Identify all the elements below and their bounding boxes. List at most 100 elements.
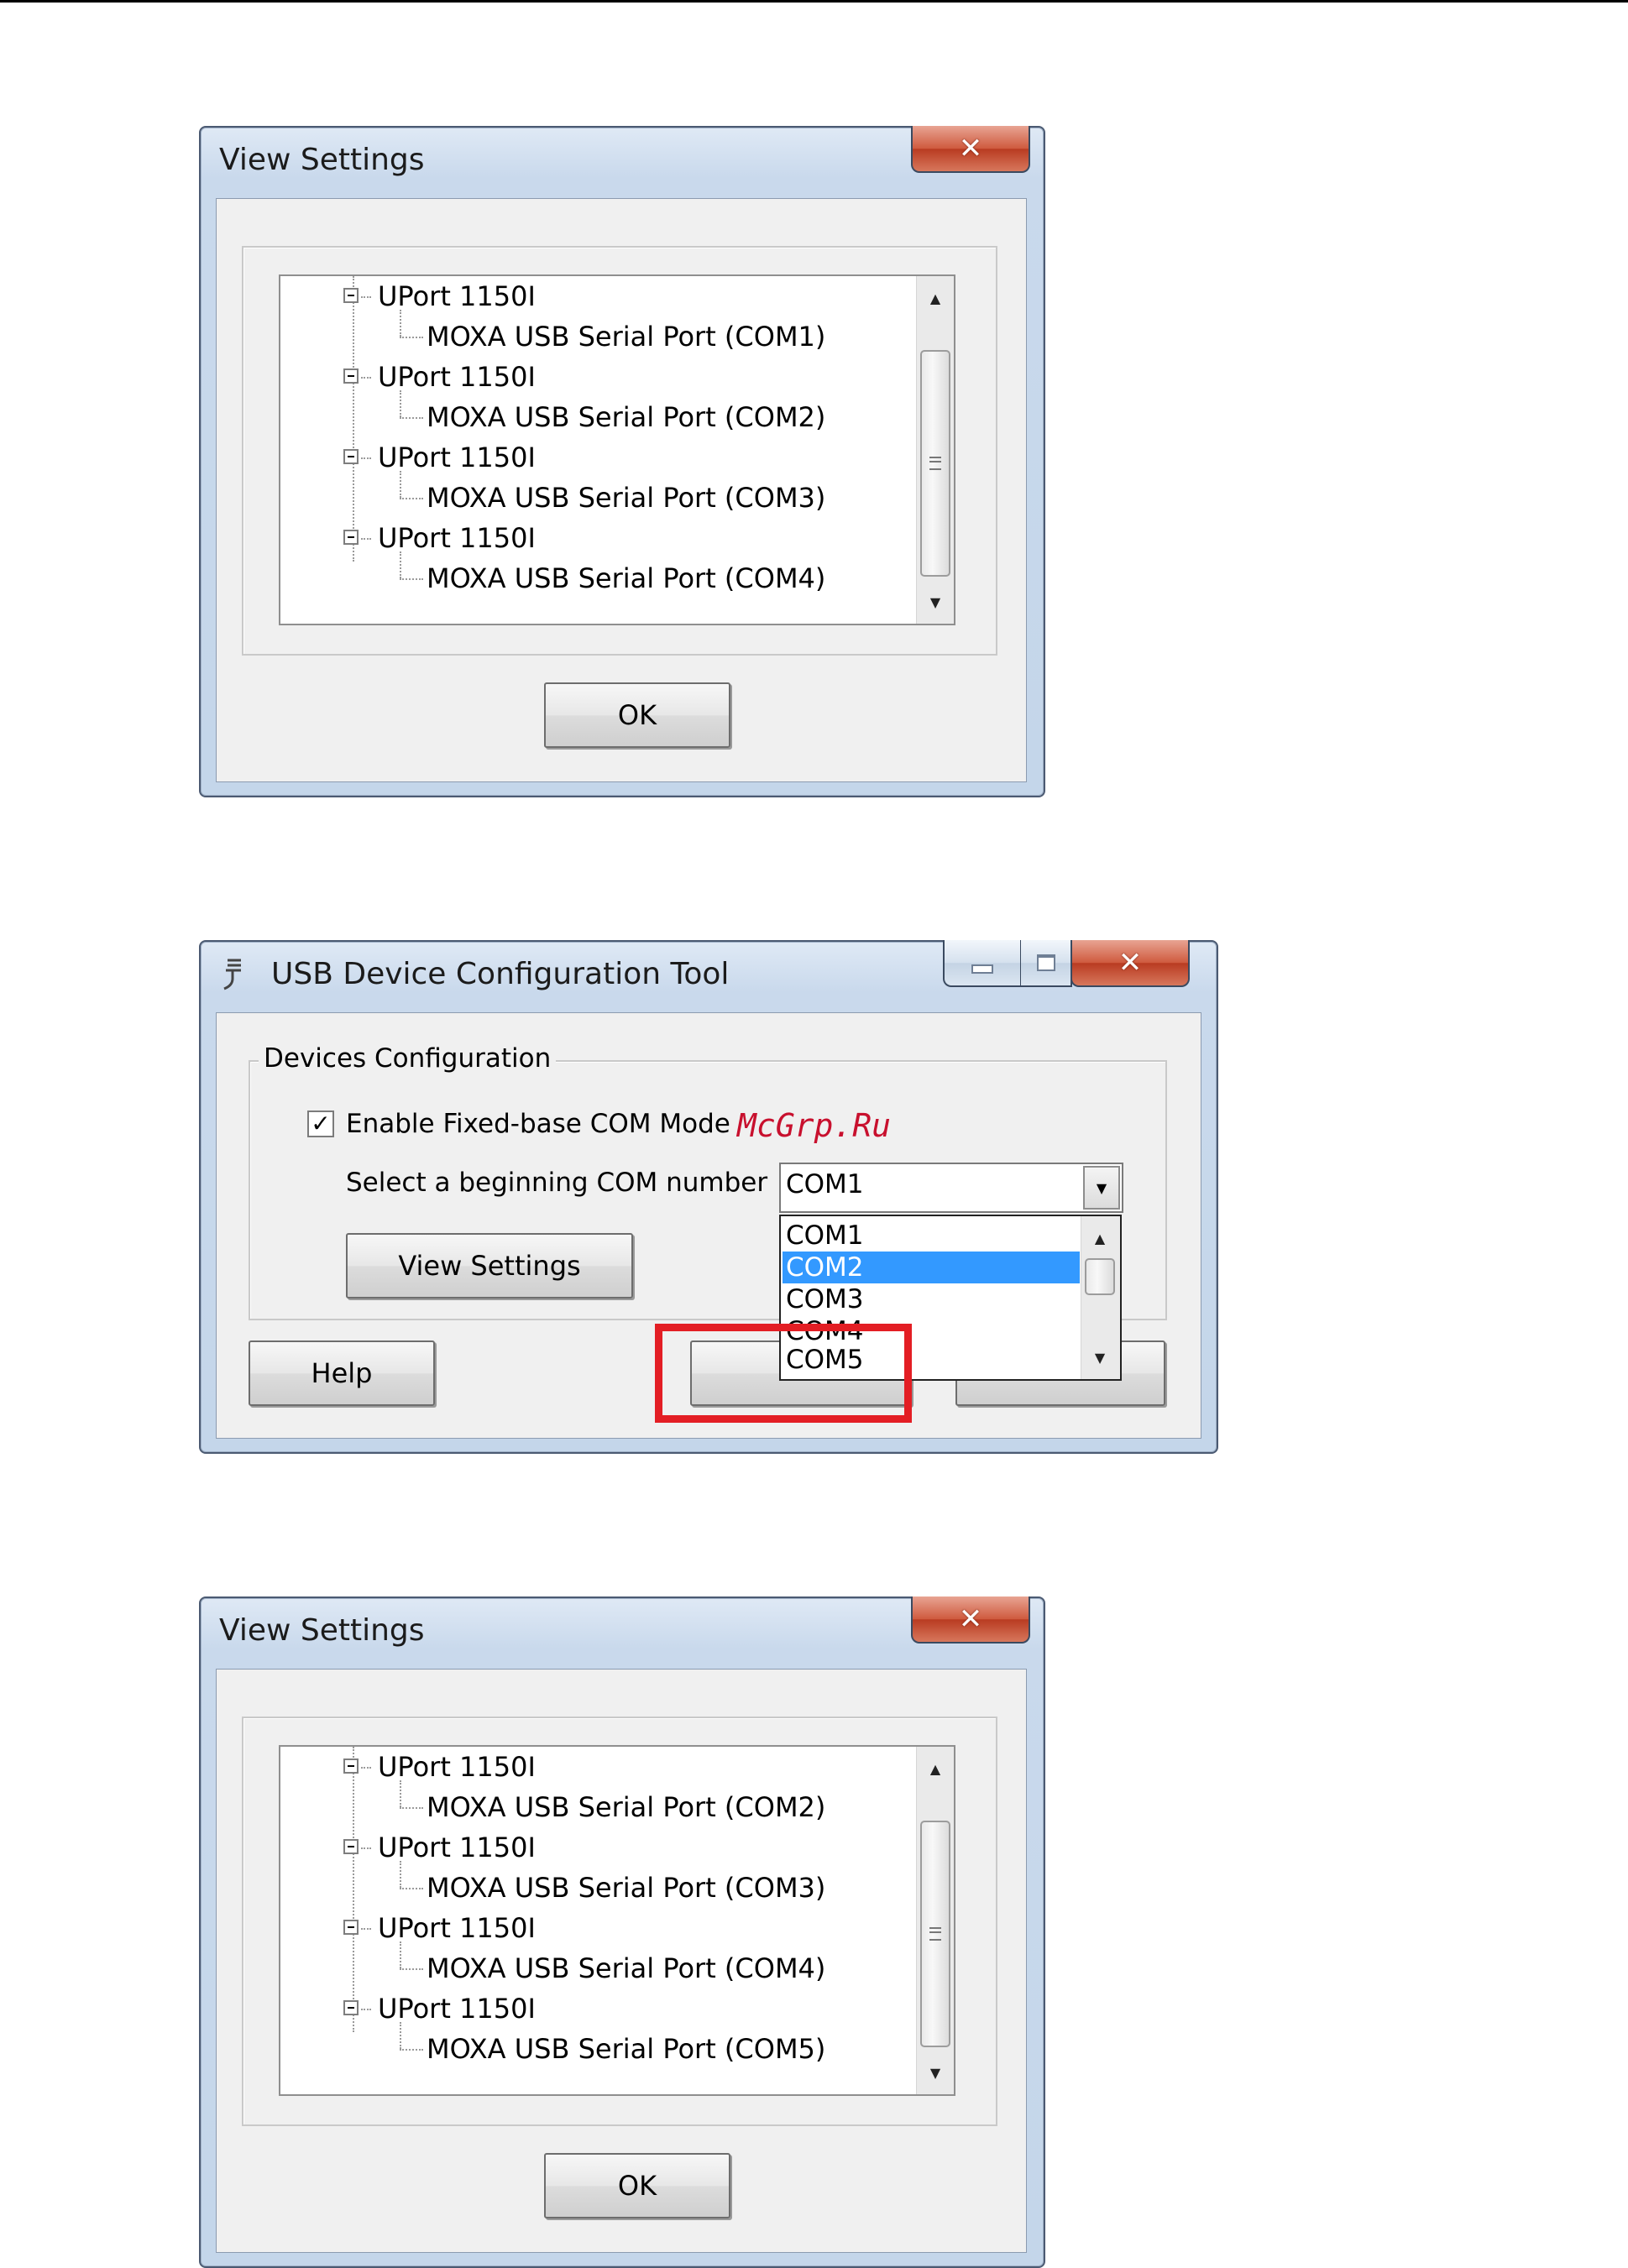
- scrollbar-thumb[interactable]: [920, 350, 950, 577]
- device-tree[interactable]: UPort 1150I MOXA USB Serial Port (COM1) …: [279, 274, 955, 625]
- collapse-icon[interactable]: [343, 368, 359, 384]
- view-settings-window-before: View Settings ✕ UPort 1150I MOXA USB Ser…: [199, 126, 1045, 797]
- fixed-base-com-checkbox[interactable]: ✓: [307, 1110, 334, 1137]
- tree-connector: [400, 1941, 401, 1968]
- view-settings-button[interactable]: View Settings: [346, 1233, 633, 1299]
- ok-button-label: OK: [617, 2170, 657, 2202]
- tree-connector: [400, 1807, 423, 1809]
- scroll-up-icon[interactable]: ▲: [917, 280, 954, 316]
- tree-connector: [400, 578, 423, 580]
- window-client-area: UPort 1150I MOXA USB Serial Port (COM1) …: [216, 198, 1027, 782]
- grip-icon: [929, 457, 941, 470]
- close-icon: ✕: [1118, 946, 1143, 980]
- tree-item-port[interactable]: MOXA USB Serial Port (COM5): [427, 2029, 825, 2069]
- close-button[interactable]: ✕: [911, 126, 1030, 173]
- tree-item-port[interactable]: MOXA USB Serial Port (COM1): [427, 316, 825, 357]
- view-settings-button-label: View Settings: [398, 1250, 581, 1282]
- highlight-annotation: [655, 1324, 912, 1423]
- close-icon: ✕: [958, 132, 983, 165]
- tree-item-device[interactable]: UPort 1150I: [378, 1827, 536, 1868]
- ok-button-label: OK: [617, 699, 657, 731]
- tree-item-device[interactable]: UPort 1150I: [378, 1988, 536, 2029]
- maximize-button[interactable]: [1020, 940, 1072, 987]
- tree-connector: [353, 276, 354, 562]
- window-title: View Settings: [219, 1613, 425, 1648]
- tree-item-device[interactable]: UPort 1150I: [378, 357, 536, 397]
- ok-button[interactable]: OK: [544, 682, 730, 748]
- chevron-down-icon[interactable]: ▼: [1083, 1166, 1120, 1210]
- tree-connector: [361, 1928, 371, 1930]
- scrollbar-thumb[interactable]: [920, 1821, 950, 2047]
- tree-connector: [400, 471, 401, 498]
- window-client-area: UPort 1150I MOXA USB Serial Port (COM2) …: [216, 1669, 1027, 2253]
- scroll-down-icon[interactable]: ▼: [917, 2054, 954, 2091]
- dropdown-option[interactable]: COM3: [783, 1283, 1080, 1315]
- window-title: USB Device Configuration Tool: [271, 957, 730, 991]
- tree-connector: [361, 538, 371, 540]
- tree-connector: [400, 2022, 401, 2049]
- minimize-button[interactable]: [943, 940, 1022, 987]
- tree-connector: [400, 310, 401, 337]
- view-settings-window-after: View Settings ✕ UPort 1150I MOXA USB Ser…: [199, 1596, 1045, 2268]
- scrollbar-thumb[interactable]: [1085, 1258, 1115, 1295]
- watermark: McGrp.Ru: [737, 1107, 892, 1144]
- scroll-down-icon[interactable]: ▼: [1081, 1339, 1118, 1376]
- window-client-area: Devices Configuration ✓ Enable Fixed-bas…: [216, 1012, 1201, 1439]
- tree-scrollbar[interactable]: ▲ ▼: [916, 1747, 954, 2094]
- checkmark-icon: ✓: [311, 1110, 331, 1137]
- collapse-icon[interactable]: [343, 449, 359, 464]
- page-top-rule: [0, 0, 1628, 3]
- tree-connector: [400, 551, 401, 578]
- tree-connector: [400, 2049, 423, 2051]
- scroll-up-icon[interactable]: ▲: [917, 1750, 954, 1787]
- collapse-icon[interactable]: [343, 1839, 359, 1854]
- tree-connector: [361, 1847, 371, 1849]
- tree-connector: [361, 1767, 371, 1769]
- tree-connector: [361, 296, 371, 298]
- tree-connector: [400, 417, 423, 419]
- tree-item-port[interactable]: MOXA USB Serial Port (COM3): [427, 478, 825, 518]
- ok-button[interactable]: OK: [544, 2153, 730, 2218]
- device-tree[interactable]: UPort 1150I MOXA USB Serial Port (COM2) …: [279, 1745, 955, 2096]
- tree-connector: [400, 1888, 423, 1889]
- window-title: View Settings: [219, 143, 425, 177]
- tree-item-port[interactable]: MOXA USB Serial Port (COM4): [427, 1948, 825, 1988]
- help-button[interactable]: Help: [249, 1340, 435, 1406]
- maximize-icon: [1036, 954, 1055, 971]
- tree-item-device[interactable]: UPort 1150I: [378, 1908, 536, 1948]
- collapse-icon[interactable]: [343, 530, 359, 545]
- tree-item-device[interactable]: UPort 1150I: [378, 1747, 536, 1787]
- com-number-select[interactable]: COM1 ▼: [779, 1163, 1123, 1213]
- collapse-icon[interactable]: [343, 1758, 359, 1774]
- close-button[interactable]: ✕: [1071, 940, 1190, 987]
- usb-plug-icon: [221, 957, 246, 992]
- collapse-icon[interactable]: [343, 288, 359, 303]
- close-button[interactable]: ✕: [911, 1596, 1030, 1644]
- tree-item-port[interactable]: MOXA USB Serial Port (COM2): [427, 1787, 825, 1827]
- tree-connector: [361, 377, 371, 379]
- dropdown-option-selected[interactable]: COM2: [783, 1252, 1080, 1283]
- dropdown-scrollbar[interactable]: ▲ ▼: [1081, 1216, 1120, 1379]
- collapse-icon[interactable]: [343, 2000, 359, 2015]
- collapse-icon[interactable]: [343, 1920, 359, 1935]
- tree-scrollbar[interactable]: ▲ ▼: [916, 276, 954, 624]
- tree-connector: [400, 1780, 401, 1807]
- tree-item-device[interactable]: UPort 1150I: [378, 518, 536, 558]
- tree-item-device[interactable]: UPort 1150I: [378, 437, 536, 478]
- tree-connector: [353, 1747, 354, 2032]
- checkbox-label[interactable]: Enable Fixed-base COM Mode: [346, 1109, 730, 1139]
- tree-connector: [400, 390, 401, 417]
- scroll-up-icon[interactable]: ▲: [1081, 1220, 1118, 1257]
- tree-connector: [400, 1861, 401, 1888]
- tree-item-device[interactable]: UPort 1150I: [378, 276, 536, 316]
- tree-connector: [400, 1968, 423, 1970]
- dropdown-option[interactable]: COM1: [783, 1220, 1080, 1252]
- tree-item-port[interactable]: MOXA USB Serial Port (COM3): [427, 1868, 825, 1908]
- usb-config-window: USB Device Configuration Tool ✕ Devices …: [199, 940, 1218, 1454]
- tree-item-port[interactable]: MOXA USB Serial Port (COM2): [427, 397, 825, 437]
- select-com-label: Select a beginning COM number: [346, 1168, 768, 1198]
- tree-item-port[interactable]: MOXA USB Serial Port (COM4): [427, 558, 825, 598]
- tree-connector: [361, 2009, 371, 2010]
- tree-connector: [400, 337, 423, 338]
- scroll-down-icon[interactable]: ▼: [917, 583, 954, 620]
